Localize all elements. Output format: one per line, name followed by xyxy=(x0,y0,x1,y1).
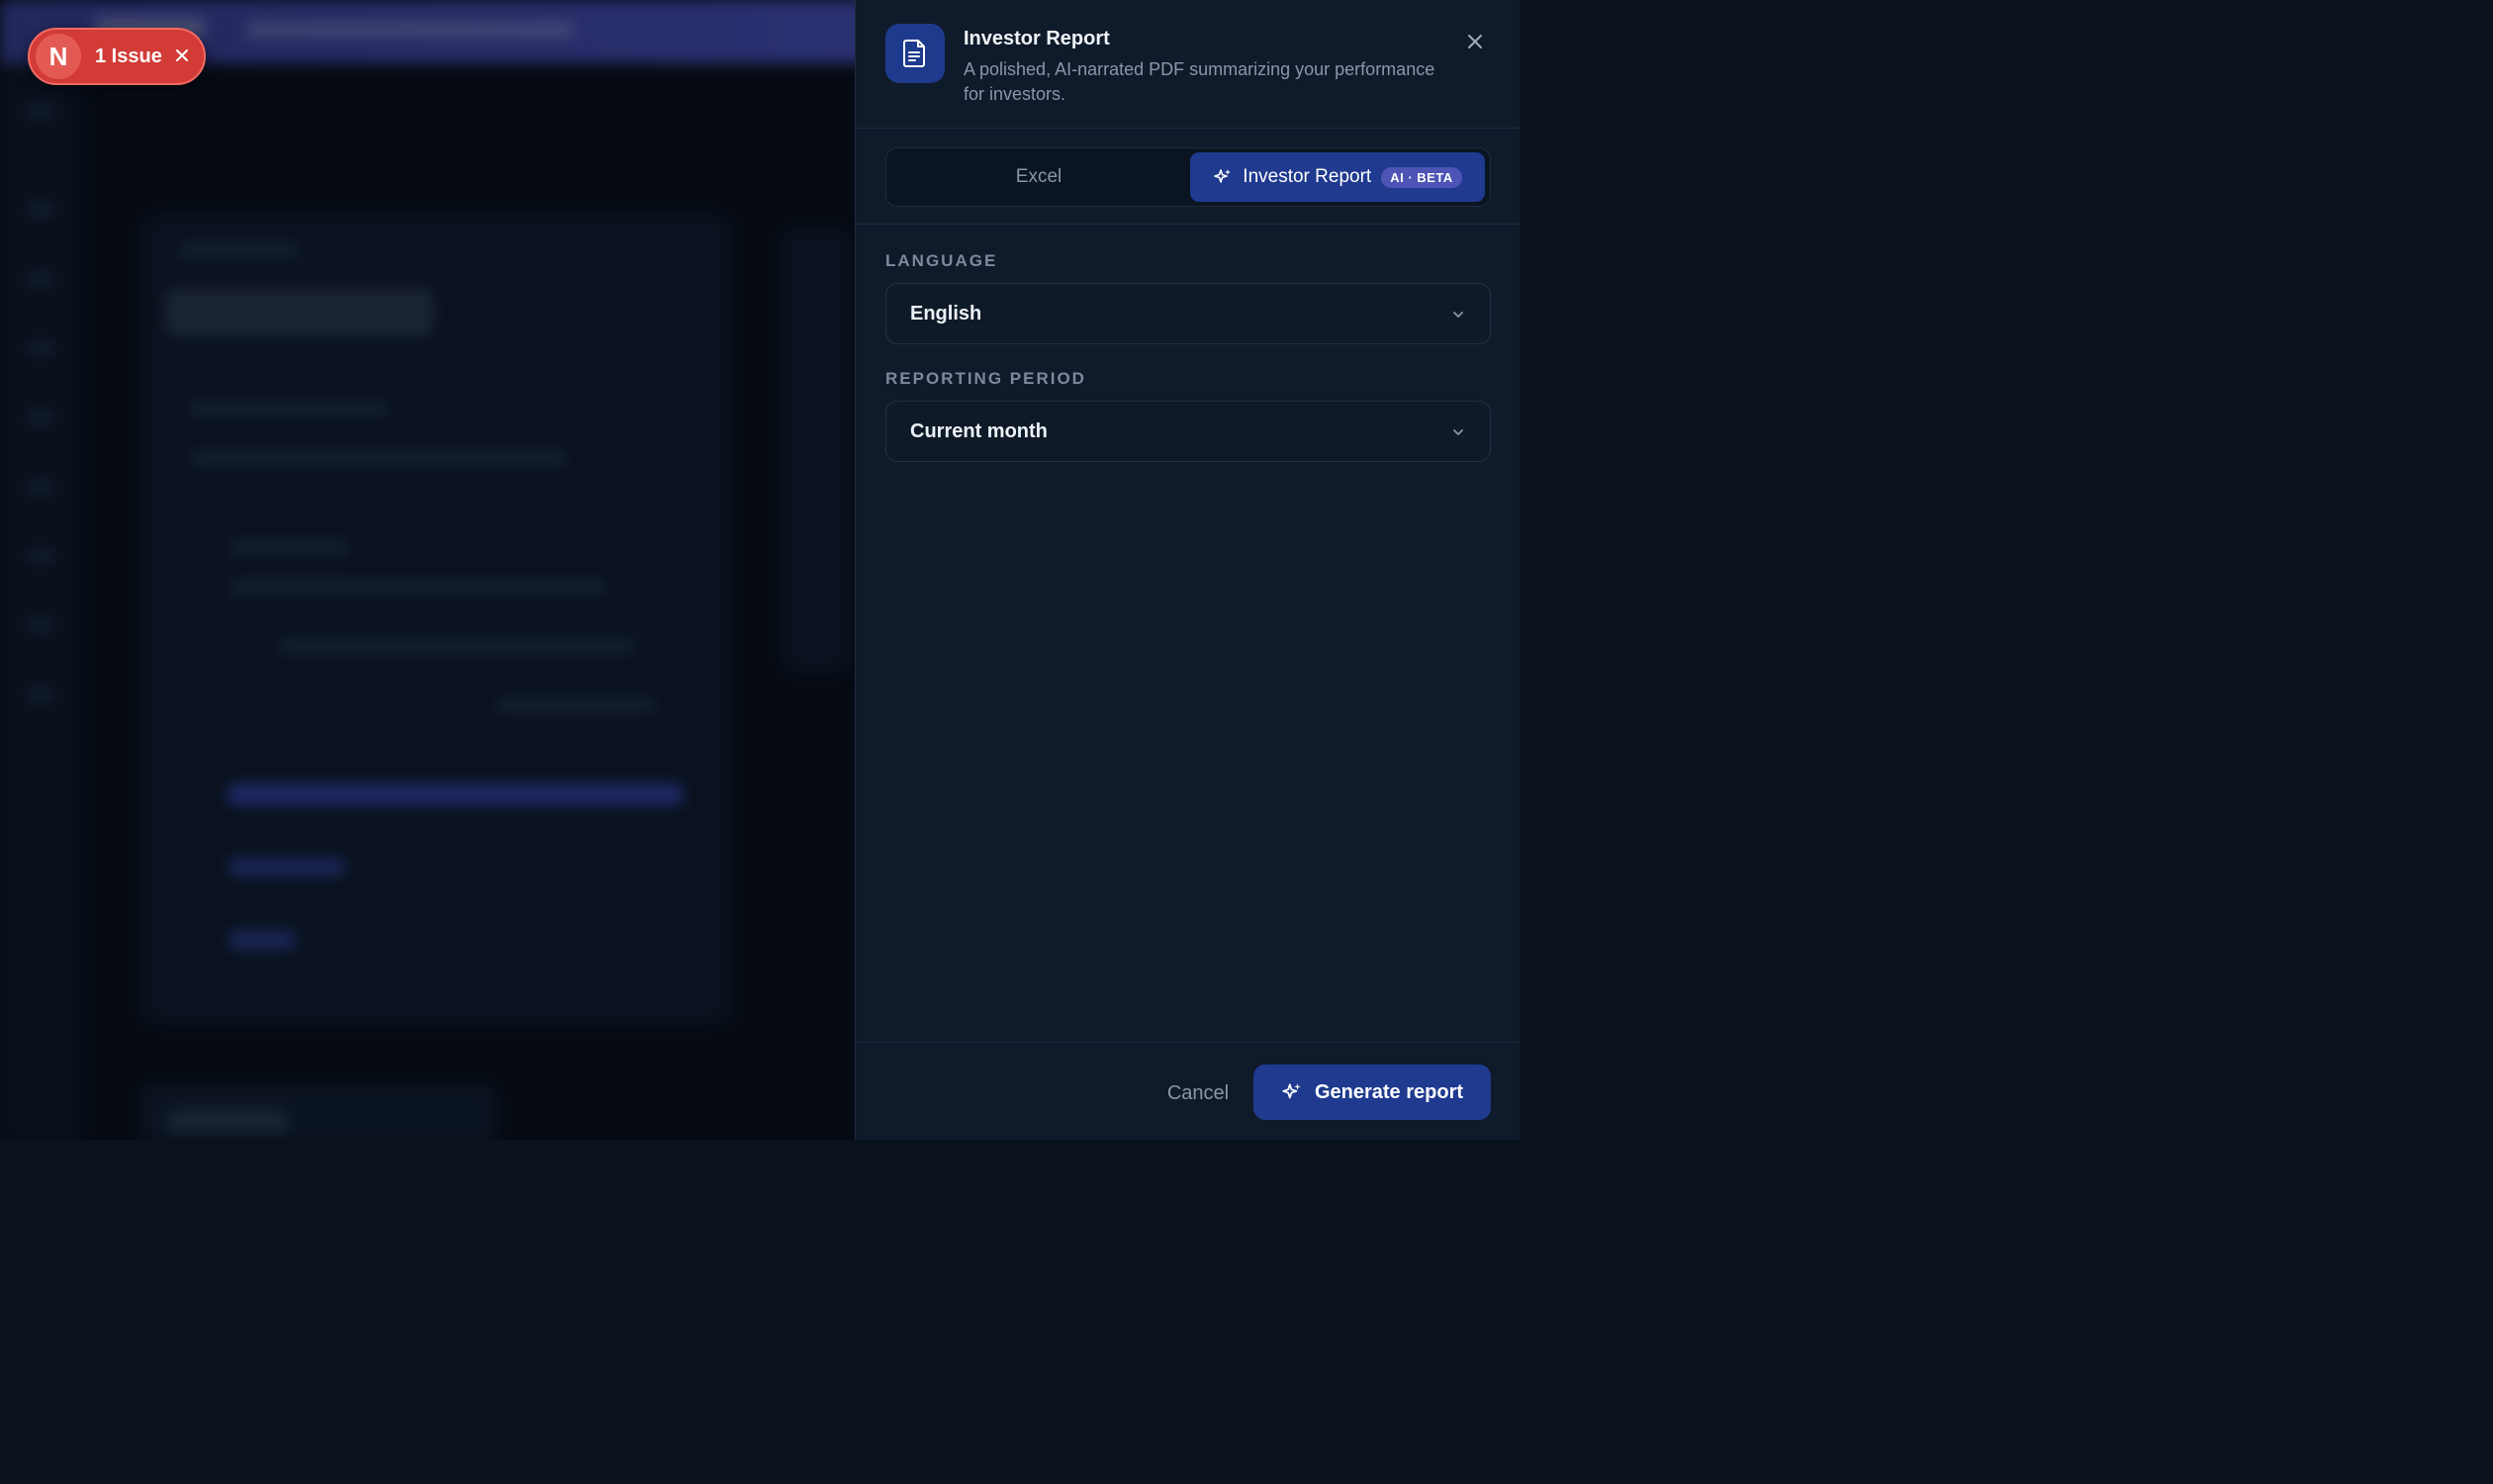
sidebar-icon xyxy=(26,271,55,287)
dashboard-side-card xyxy=(782,228,851,673)
close-icon[interactable] xyxy=(1459,26,1491,57)
panel-header: Investor Report A polished, AI-narrated … xyxy=(856,0,1521,129)
language-select[interactable]: English xyxy=(885,283,1491,344)
format-tabs: Excel Investor Report AI · BETA xyxy=(885,147,1491,207)
card-line xyxy=(497,698,655,712)
sparkles-icon xyxy=(1213,167,1233,187)
sidebar-icon xyxy=(26,617,55,633)
chevron-down-icon xyxy=(1450,306,1466,322)
chevron-down-icon xyxy=(1450,423,1466,439)
sidebar-icon xyxy=(26,479,55,495)
sidebar-icon xyxy=(26,548,55,564)
language-value: English xyxy=(910,302,982,325)
sparkles-icon xyxy=(1281,1081,1303,1103)
sidebar-icon xyxy=(26,202,55,218)
progress-bar-blur xyxy=(228,784,683,805)
card-line xyxy=(230,540,348,554)
bottom-card-blur xyxy=(140,1084,497,1140)
reporting-period-label: REPORTING PERIOD xyxy=(885,369,1086,388)
issue-count-label: 1 Issue xyxy=(95,45,162,67)
issue-indicator[interactable]: N 1 Issue xyxy=(28,28,206,85)
close-icon[interactable] xyxy=(174,46,190,67)
card-line xyxy=(230,580,605,594)
panel-title: Investor Report xyxy=(964,28,1110,49)
generate-report-label: Generate report xyxy=(1314,1080,1464,1103)
panel-footer: Cancel Generate report xyxy=(856,1042,1521,1140)
sidebar-icon xyxy=(26,103,55,119)
investor-report-panel: Investor Report A polished, AI-narrated … xyxy=(855,0,1521,1140)
bottom-card-title xyxy=(168,1110,287,1132)
ai-beta-badge: AI · BETA xyxy=(1381,166,1462,188)
issue-logo: N xyxy=(36,34,81,79)
topbar-text xyxy=(247,22,574,38)
cancel-button[interactable]: Cancel xyxy=(1158,1067,1238,1120)
tab-investor-report[interactable]: Investor Report AI · BETA xyxy=(1190,152,1485,202)
format-tabs-section: Excel Investor Report AI · BETA xyxy=(856,130,1521,225)
sidebar-icon xyxy=(26,410,55,425)
tab-excel[interactable]: Excel xyxy=(890,152,1187,202)
pill-blur xyxy=(228,930,297,950)
card-label xyxy=(180,243,299,257)
panel-subtitle: A polished, AI-narrated PDF summarizing … xyxy=(964,59,1435,104)
app-sidebar xyxy=(0,63,83,1140)
reporting-period-select[interactable]: Current month xyxy=(885,401,1491,462)
generate-report-button[interactable]: Generate report xyxy=(1253,1065,1491,1120)
card-line xyxy=(279,639,635,653)
document-icon xyxy=(885,24,945,83)
language-label: LANGUAGE xyxy=(885,251,998,270)
reporting-period-value: Current month xyxy=(910,419,1048,442)
sidebar-icon xyxy=(26,687,55,702)
card-line xyxy=(190,402,388,416)
card-line xyxy=(190,451,566,465)
pill-blur xyxy=(228,857,346,877)
dashboard-title-blur xyxy=(166,289,433,336)
tab-investor-report-label: Investor Report xyxy=(1243,166,1372,187)
sidebar-icon xyxy=(26,340,55,356)
tab-excel-label: Excel xyxy=(1015,166,1062,187)
